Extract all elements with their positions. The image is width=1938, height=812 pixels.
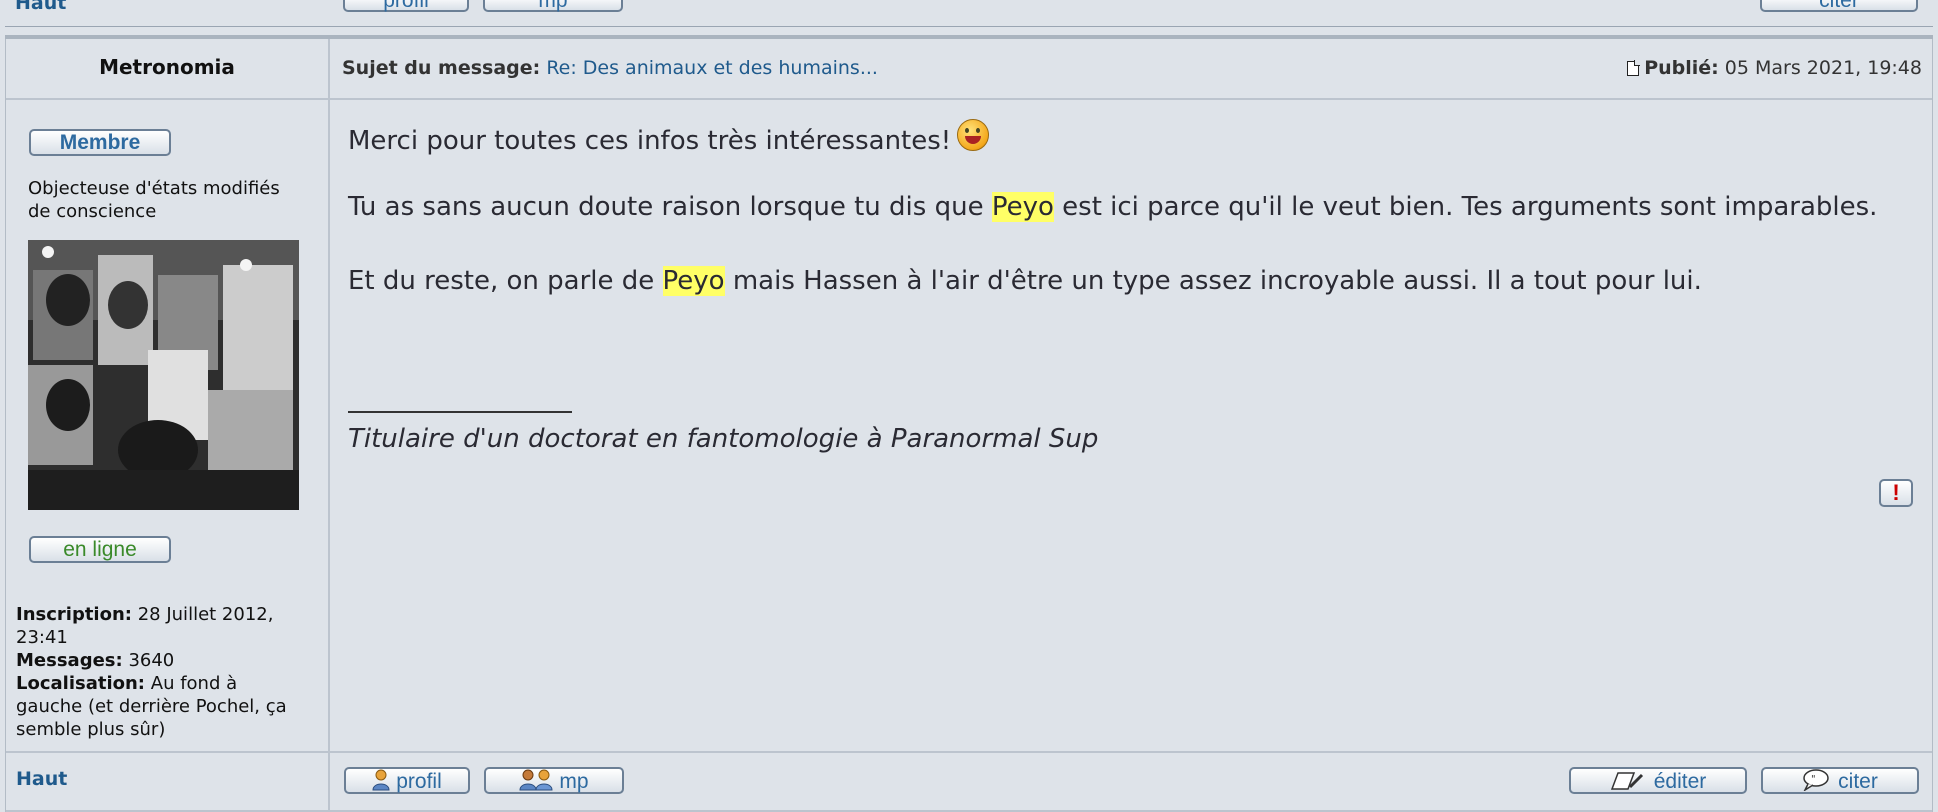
signature: Titulaire d'un doctorat en fantomologie …: [348, 424, 1099, 454]
edit-button[interactable]: éditer: [1569, 767, 1747, 794]
pm-button-label: mp: [559, 770, 589, 793]
user-title-line: Objecteuse d'états modifiés: [28, 178, 280, 199]
location-label: Localisation:: [16, 673, 146, 694]
user-title-line: de conscience: [28, 201, 157, 222]
avatar: [28, 240, 299, 510]
edit-icon: [1610, 772, 1643, 790]
search-highlight: Peyo: [662, 266, 725, 296]
paragraph-text: mais Hassen à l'air d'être un type assez…: [724, 266, 1702, 296]
rank-label: Membre: [59, 131, 141, 154]
profile-button-label: profil: [383, 0, 429, 12]
back-to-top-link[interactable]: Haut: [16, 768, 67, 790]
location-value-line: gauche (et derrière Pochel, ça: [16, 696, 287, 717]
messages-value: 3640: [128, 650, 175, 671]
smiley-tongue-icon: [957, 119, 990, 151]
post-paragraph: Tu as sans aucun doute raison lorsque tu…: [348, 192, 1877, 222]
inscription-label: Inscription:: [16, 604, 132, 625]
rank-badge: Membre: [29, 129, 171, 156]
paragraph-text: est ici parce qu'il le veut bien. Tes ar…: [1053, 192, 1878, 222]
post-table: Metronomia Sujet du message: Re: Des ani…: [5, 39, 1933, 812]
published-date: 05 Mars 2021, 19:48: [1724, 57, 1922, 79]
location-row: Localisation: Au fond à: [16, 672, 316, 695]
profile-info: Inscription: 28 Juillet 2012, 23:41 Mess…: [16, 603, 316, 741]
user-icon: [372, 769, 390, 791]
paragraph-text: Tu as sans aucun doute raison lorsque tu…: [348, 192, 992, 222]
pm-button[interactable]: mp: [484, 767, 624, 794]
profile-button-label: profil: [396, 770, 442, 793]
post-date: Publié: 05 Mars 2021, 19:48: [1627, 57, 1922, 79]
report-icon[interactable]: !: [1879, 479, 1913, 507]
online-status-label: en ligne: [63, 538, 137, 561]
quote-button[interactable]: " citer: [1761, 767, 1919, 794]
online-status-badge: en ligne: [29, 536, 171, 563]
users-icon: [519, 769, 553, 791]
inscription-row: Inscription: 28 Juillet 2012,: [16, 603, 316, 626]
paragraph-text: Et du reste, on parle de: [348, 266, 663, 296]
location-value: Au fond à: [150, 673, 238, 694]
messages-row: Messages: 3640: [16, 649, 316, 672]
profile-button[interactable]: profil: [344, 767, 470, 794]
document-icon[interactable]: [1627, 60, 1641, 76]
search-highlight: Peyo: [991, 192, 1054, 222]
report-glyph: !: [1892, 480, 1900, 505]
paragraph-text: Merci pour toutes ces infos très intéres…: [348, 126, 952, 156]
signature-divider: [348, 411, 572, 413]
edit-button-label: éditer: [1653, 770, 1707, 793]
inscription-value: 28 Juillet 2012,: [137, 604, 274, 625]
subject-label: Sujet du message:: [342, 57, 541, 79]
column-divider: [328, 39, 330, 812]
post-subject: Sujet du message: Re: Des animaux et des…: [342, 57, 878, 79]
back-to-top-link[interactable]: Haut: [15, 0, 66, 14]
post-author[interactable]: Metronomia: [6, 55, 328, 79]
profile-button[interactable]: profil: [343, 0, 469, 12]
footer-divider: [6, 751, 1932, 753]
post-paragraph: Et du reste, on parle de Peyo mais Hasse…: [348, 266, 1702, 296]
post-paragraph: Merci pour toutes ces infos très intéres…: [348, 119, 990, 156]
quote-button-label: citer: [1838, 770, 1878, 793]
quote-icon: ": [1803, 769, 1829, 791]
location-value-line: semble plus sûr): [16, 719, 166, 740]
quote-button[interactable]: citer: [1760, 0, 1918, 12]
forum-frame: Haut profil mp citer Metronomia Sujet du…: [5, 0, 1933, 812]
subject-link[interactable]: Re: Des animaux et des humains...: [546, 57, 878, 79]
published-label: Publié:: [1644, 57, 1719, 79]
avatar-image: [28, 240, 299, 510]
previous-post-footer: Haut profil mp citer: [5, 0, 1933, 27]
inscription-time: 23:41: [16, 627, 68, 648]
svg-text:": ": [1811, 774, 1816, 785]
pm-button[interactable]: mp: [483, 0, 623, 12]
user-title: Objecteuse d'états modifiés de conscienc…: [28, 177, 318, 223]
pm-button-label: mp: [538, 0, 568, 12]
messages-label: Messages:: [16, 650, 123, 671]
quote-button-label: citer: [1819, 0, 1859, 12]
header-divider: [6, 98, 1932, 100]
